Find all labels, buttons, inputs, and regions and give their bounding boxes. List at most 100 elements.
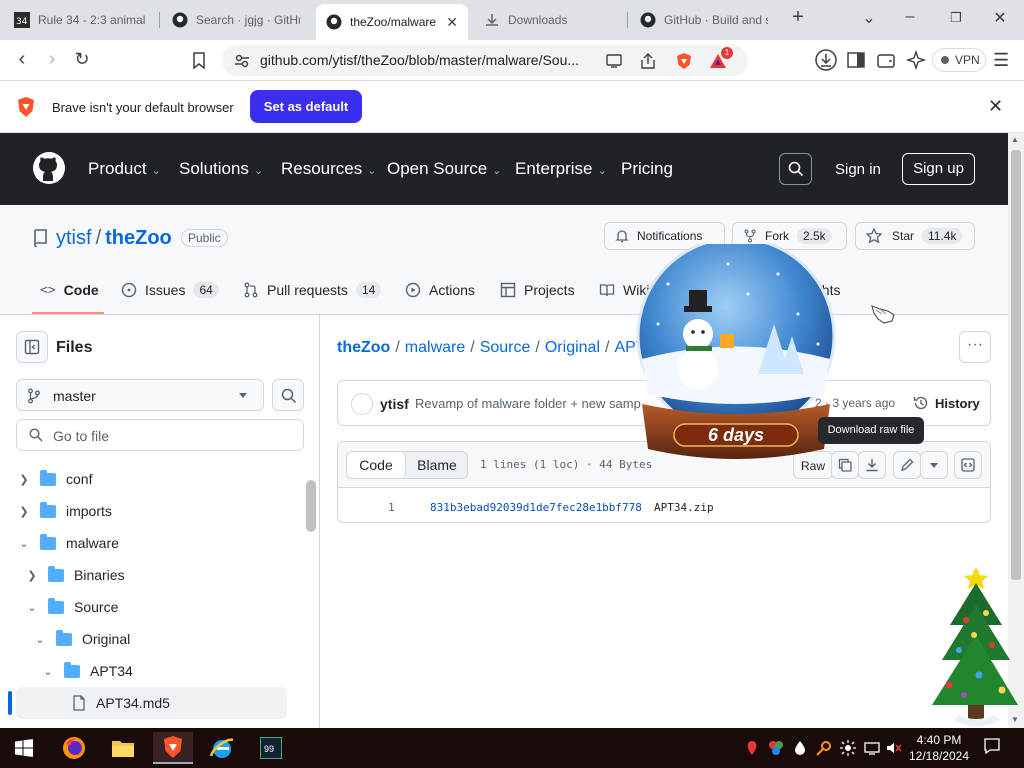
share-icon[interactable] <box>638 51 658 71</box>
minimize-window-icon[interactable]: – <box>898 8 922 26</box>
repo-owner-link[interactable]: ytisf <box>56 227 92 249</box>
tree-item-original[interactable]: ⌄ Original <box>32 625 130 653</box>
tab-search-chevron-icon[interactable]: ⌄ <box>857 8 881 28</box>
tree-item-binaries[interactable]: ❯ Binaries <box>24 561 125 589</box>
address-bar[interactable]: github.com/ytisf/theZoo/blob/master/malw… <box>222 45 748 76</box>
site-settings-icon[interactable] <box>232 51 252 71</box>
browser-tab-5[interactable]: GitHub · Build and s <box>630 4 778 36</box>
sidebar-toggle-icon[interactable] <box>847 51 865 69</box>
bookmark-icon[interactable] <box>192 52 206 69</box>
brightness-icon[interactable] <box>840 740 856 756</box>
branch-selector[interactable]: master <box>16 379 264 411</box>
brave-shields-icon[interactable] <box>674 51 694 71</box>
taskbar-firefox[interactable] <box>54 732 94 764</box>
wallet-icon[interactable] <box>877 51 895 69</box>
tab-issues[interactable]: Issues 64 <box>121 282 219 298</box>
star-button[interactable]: Star 11.4k <box>855 222 975 250</box>
colorful-app-tray-icon[interactable] <box>768 740 784 756</box>
sidebar-scrollbar-thumb[interactable] <box>306 480 316 532</box>
scroll-up-arrow-icon[interactable]: ▲ <box>1011 135 1019 144</box>
back-arrow-icon[interactable]: ‹ <box>10 48 34 72</box>
tree-item-source[interactable]: ⌄ Source <box>24 593 118 621</box>
tree-item-imports[interactable]: ❯ imports <box>16 497 112 525</box>
nav-solutions[interactable]: Solutions ⌄ <box>179 159 263 179</box>
tab-actions[interactable]: Actions <box>405 282 475 298</box>
blame-view-button[interactable]: Blame <box>407 452 467 478</box>
nav-enterprise[interactable]: Enterprise ⌄ <box>515 159 607 179</box>
site-favicon-icon: 34 <box>14 12 30 28</box>
tree-item-apt34[interactable]: ⌄ APT34 <box>40 657 133 685</box>
forward-arrow-icon[interactable]: › <box>40 48 64 72</box>
code-view-button[interactable]: Code <box>347 452 406 478</box>
nav-resources[interactable]: Resources ⌄ <box>281 159 376 179</box>
tree-item-conf[interactable]: ❯ conf <box>16 465 92 493</box>
cast-icon[interactable] <box>604 51 624 71</box>
close-tab-icon[interactable]: ✕ <box>446 14 458 31</box>
browser-tab-1[interactable]: 34 Rule 34 - 2:3 animal <box>4 4 156 36</box>
line-number[interactable]: 1 <box>388 501 395 514</box>
taskbar-game-app[interactable]: 99 <box>251 732 291 764</box>
nav-product[interactable]: Product ⌄ <box>88 159 161 179</box>
brave-logo-icon <box>164 736 182 758</box>
url-text[interactable]: github.com/ytisf/theZoo/blob/master/malw… <box>260 52 590 68</box>
taskbar-file-explorer[interactable] <box>103 732 143 764</box>
tree-item-malware[interactable]: ⌄ malware <box>16 529 119 557</box>
breadcrumb-original[interactable]: Original <box>545 339 600 356</box>
collapse-sidebar-button[interactable] <box>16 331 48 363</box>
browser-tab-4[interactable]: Downloads <box>474 4 622 36</box>
edit-dropdown-button[interactable] <box>920 451 948 479</box>
nav-pricing[interactable]: Pricing <box>621 159 673 179</box>
taskbar-internet-explorer[interactable] <box>202 732 242 764</box>
breadcrumb-source[interactable]: Source <box>480 339 531 356</box>
water-drop-icon[interactable] <box>792 740 808 756</box>
breadcrumb-malware[interactable]: malware <box>405 339 465 356</box>
christmas-tree-widget[interactable] <box>924 565 1024 730</box>
download-icon <box>486 14 498 26</box>
sign-in-link[interactable]: Sign in <box>835 161 881 178</box>
reload-icon[interactable]: ↻ <box>70 48 94 72</box>
restore-window-icon[interactable]: ❐ <box>944 10 968 26</box>
breadcrumb-thezoo[interactable]: theZoo <box>337 339 390 356</box>
search-key-icon[interactable] <box>816 740 832 756</box>
page-scrollbar-thumb[interactable] <box>1011 150 1021 580</box>
tab-code[interactable]: <> Code <box>40 282 99 298</box>
set-as-default-button[interactable]: Set as default <box>250 90 362 123</box>
search-button[interactable] <box>779 153 812 185</box>
tab-projects[interactable]: Projects <box>500 282 575 298</box>
folder-open-icon <box>48 597 64 614</box>
tab-pull-requests[interactable]: Pull requests 14 <box>243 282 382 298</box>
notification-center-icon[interactable] <box>984 738 1000 754</box>
browser-tab-2[interactable]: Search · jgjg · GitHub <box>162 4 310 36</box>
sign-up-button[interactable]: Sign up <box>902 153 975 185</box>
new-tab-button[interactable]: + <box>786 6 810 29</box>
avatar[interactable] <box>351 393 373 415</box>
history-button[interactable]: History <box>913 395 980 411</box>
download-raw-button[interactable] <box>858 451 886 479</box>
github-logo-icon[interactable] <box>32 151 66 185</box>
commit-author[interactable]: ytisf <box>380 396 409 412</box>
location-pin-icon[interactable] <box>744 740 760 756</box>
network-icon[interactable] <box>864 740 880 756</box>
leo-ai-icon[interactable] <box>906 50 926 70</box>
repo-name-link[interactable]: theZoo <box>105 227 172 249</box>
taskbar-brave[interactable] <box>153 732 193 764</box>
nav-open-source[interactable]: Open Source ⌄ <box>387 159 501 179</box>
bell-icon <box>615 230 629 243</box>
vpn-button[interactable]: VPN <box>932 48 986 72</box>
go-to-file-input[interactable]: Go to file <box>16 419 304 451</box>
commit-message[interactable]: Revamp of malware folder + new samp <box>415 396 641 411</box>
system-clock[interactable]: 4:40 PM 12/18/2024 <box>900 732 978 764</box>
downloads-icon[interactable] <box>814 48 838 72</box>
search-files-button[interactable] <box>272 379 304 411</box>
close-window-icon[interactable]: ✕ <box>988 8 1012 28</box>
symbols-panel-button[interactable] <box>954 451 982 479</box>
menu-hamburger-icon[interactable]: ☰ <box>993 50 1009 71</box>
tree-item-apt34-md5[interactable]: APT34.md5 <box>72 689 170 717</box>
browser-tab-3-active[interactable]: theZoo/malware ✕ <box>316 4 468 40</box>
start-button[interactable] <box>4 732 44 764</box>
edit-file-button[interactable] <box>893 451 921 479</box>
windows-taskbar: 99 4:40 PM 12/18/2024 <box>0 728 1024 768</box>
close-infobar-icon[interactable]: ✕ <box>988 96 1003 117</box>
more-options-button[interactable]: ··· <box>959 331 991 363</box>
snow-globe-widget[interactable]: 6 days <box>628 244 840 472</box>
